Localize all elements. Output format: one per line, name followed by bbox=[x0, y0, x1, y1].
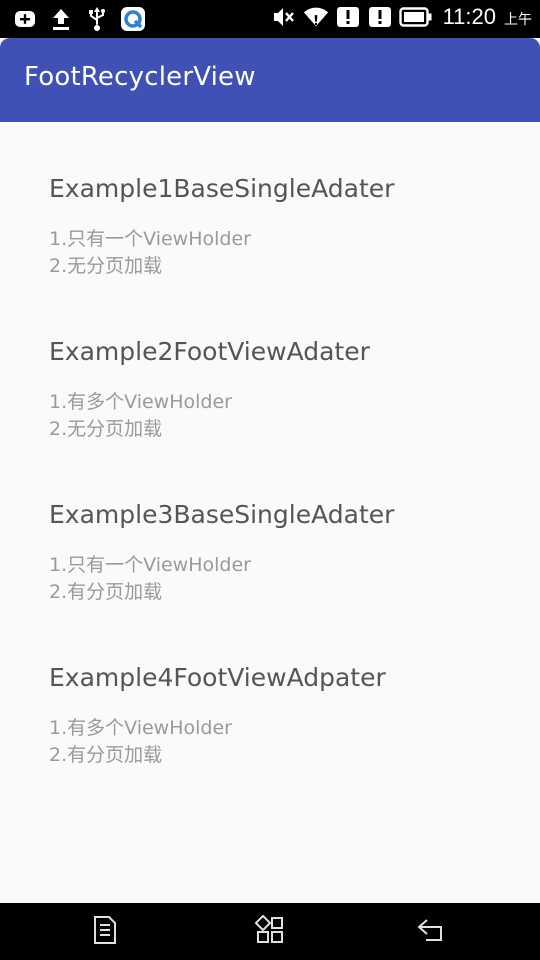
item-title: Example3BaseSingleAdater bbox=[49, 500, 395, 529]
status-bar: 11:20 上午 bbox=[0, 0, 540, 38]
item-desc-line2: 2.无分页加载 bbox=[49, 255, 163, 277]
item-desc-line1: 1.只有一个ViewHolder bbox=[49, 228, 251, 250]
item-desc-line2: 2.有分页加载 bbox=[49, 581, 163, 603]
back-button[interactable] bbox=[415, 915, 449, 949]
add-box-icon bbox=[12, 6, 38, 32]
home-button[interactable] bbox=[253, 914, 287, 949]
app-bar: FootRecyclerView bbox=[0, 38, 540, 122]
item-desc-line1: 1.有多个ViewHolder bbox=[49, 391, 232, 413]
home-grid-icon bbox=[254, 914, 285, 949]
menu-button[interactable] bbox=[88, 915, 122, 949]
q-app-icon bbox=[120, 6, 146, 32]
item-desc-line1: 1.只有一个ViewHolder bbox=[49, 554, 251, 576]
wifi-icon bbox=[303, 4, 329, 30]
item-desc-line1: 1.有多个ViewHolder bbox=[49, 717, 232, 739]
item-desc-line2: 2.有分页加载 bbox=[49, 744, 163, 766]
mute-icon bbox=[271, 4, 297, 30]
list-item-example3[interactable]: Example3BaseSingleAdater 1.只有一个ViewHolde… bbox=[49, 500, 509, 606]
upload-arrow-icon bbox=[48, 6, 74, 32]
item-title: Example1BaseSingleAdater bbox=[49, 174, 395, 203]
battery-icon bbox=[398, 4, 433, 30]
back-icon bbox=[416, 916, 448, 948]
item-desc-line2: 2.无分页加载 bbox=[49, 418, 163, 440]
item-title: Example2FootViewAdater bbox=[49, 337, 370, 366]
alert-icon bbox=[335, 4, 361, 30]
item-title: Example4FootViewAdpater bbox=[49, 663, 386, 692]
navigation-bar bbox=[0, 903, 540, 960]
status-am-pm: 上午 bbox=[504, 12, 532, 28]
example-list: Example1BaseSingleAdater 1.只有一个ViewHolde… bbox=[0, 122, 540, 903]
status-time: 11:20 bbox=[442, 4, 496, 29]
usb-icon bbox=[84, 6, 110, 32]
list-item-example4[interactable]: Example4FootViewAdpater 1.有多个ViewHolder … bbox=[49, 663, 509, 769]
app-title: FootRecyclerView bbox=[24, 62, 256, 92]
menu-icon bbox=[92, 915, 118, 949]
list-item-example2[interactable]: Example2FootViewAdater 1.有多个ViewHolder 2… bbox=[49, 337, 509, 443]
status-bar-left-icons bbox=[12, 6, 146, 32]
status-bar-right-icons: 11:20 上午 bbox=[271, 4, 532, 30]
list-item-example1[interactable]: Example1BaseSingleAdater 1.只有一个ViewHolde… bbox=[49, 174, 509, 280]
alert-icon bbox=[367, 4, 393, 30]
